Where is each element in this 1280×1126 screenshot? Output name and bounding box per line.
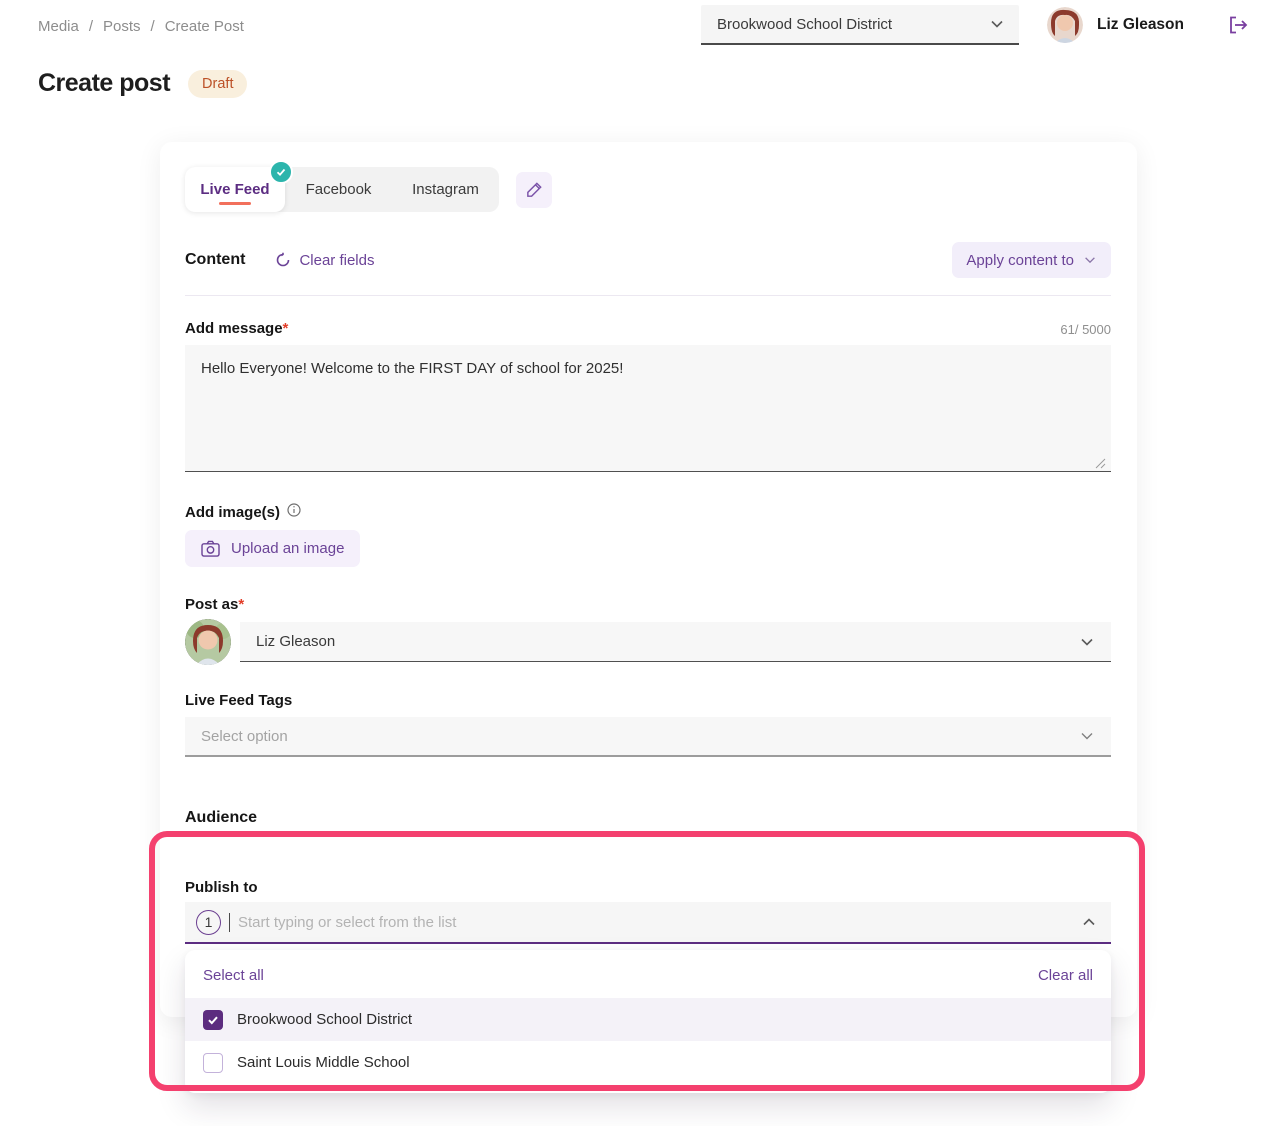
publish-option-brookwood[interactable]: Brookwood School District bbox=[185, 998, 1111, 1041]
chevron-down-icon bbox=[989, 16, 1005, 32]
top-bar: Media / Posts / Create Post Brookwood Sc… bbox=[0, 0, 1280, 45]
create-post-card: Live Feed Facebook Instagram bbox=[160, 142, 1137, 1017]
chevron-down-icon bbox=[1079, 728, 1095, 744]
selected-count-badge: 1 bbox=[196, 910, 221, 935]
breadcrumb-separator: / bbox=[151, 18, 155, 35]
logout-icon[interactable] bbox=[1224, 11, 1252, 39]
pencil-icon bbox=[525, 180, 544, 199]
apply-content-to-button[interactable]: Apply content to bbox=[952, 242, 1111, 278]
edit-tabs-button[interactable] bbox=[516, 172, 552, 208]
info-icon[interactable] bbox=[287, 503, 301, 517]
publish-to-dropdown: Select all Clear all Brookwood School Di… bbox=[185, 950, 1111, 1093]
content-heading: Content bbox=[185, 251, 245, 269]
avatar[interactable] bbox=[1047, 7, 1083, 43]
district-selector[interactable]: Brookwood School District bbox=[701, 5, 1019, 45]
upload-image-label: Upload an image bbox=[231, 540, 344, 557]
publish-to-combobox[interactable]: 1 bbox=[185, 902, 1111, 944]
publish-to-input[interactable] bbox=[238, 914, 1073, 931]
clear-fields-label: Clear fields bbox=[299, 252, 374, 269]
message-textarea[interactable]: Hello Everyone! Welcome to the FIRST DAY… bbox=[185, 345, 1111, 472]
tab-instagram[interactable]: Instagram bbox=[392, 167, 499, 212]
post-as-label: Post as* bbox=[185, 596, 244, 613]
required-asterisk: * bbox=[283, 320, 289, 337]
create-post-page: Media / Posts / Create Post Brookwood Sc… bbox=[0, 0, 1280, 1126]
audience-heading: Audience bbox=[185, 809, 1111, 827]
breadcrumb: Media / Posts / Create Post bbox=[38, 18, 244, 35]
publish-option-label: Saint Louis Middle School bbox=[237, 1054, 410, 1071]
post-as-row: Liz Gleason bbox=[185, 619, 1111, 665]
district-selector-value: Brookwood School District bbox=[717, 16, 892, 33]
live-feed-tags-label: Live Feed Tags bbox=[185, 692, 292, 709]
live-feed-tags-select[interactable]: Select option bbox=[185, 717, 1111, 757]
user-name: Liz Gleason bbox=[1097, 16, 1184, 34]
checkbox-checked-icon[interactable] bbox=[203, 1010, 223, 1030]
tab-facebook[interactable]: Facebook bbox=[285, 167, 392, 212]
required-asterisk: * bbox=[238, 596, 244, 613]
dropdown-actions-row: Select all Clear all bbox=[185, 950, 1111, 998]
breadcrumb-separator: / bbox=[89, 18, 93, 35]
post-as-label-row: Post as* bbox=[185, 596, 1111, 613]
add-message-label: Add message* bbox=[185, 320, 288, 337]
camera-icon bbox=[201, 540, 220, 557]
checkbox-unchecked-icon[interactable] bbox=[203, 1053, 223, 1073]
title-row: Create post Draft bbox=[38, 69, 1280, 98]
upload-image-button[interactable]: Upload an image bbox=[185, 530, 360, 567]
content-section-header: Content Clear fields Apply content to bbox=[185, 242, 1111, 278]
chevron-down-icon bbox=[1079, 634, 1095, 650]
resize-handle[interactable] bbox=[1095, 458, 1106, 469]
tab-live-feed[interactable]: Live Feed bbox=[185, 167, 285, 212]
add-images-label: Add image(s) bbox=[185, 504, 280, 521]
publish-option-label: Brookwood School District bbox=[237, 1011, 412, 1028]
breadcrumb-media[interactable]: Media bbox=[38, 18, 79, 35]
character-count: 61/ 5000 bbox=[1060, 322, 1111, 337]
tab-facebook-label: Facebook bbox=[306, 181, 372, 198]
clear-all-button[interactable]: Clear all bbox=[1038, 967, 1093, 984]
active-tab-underline bbox=[219, 202, 251, 205]
breadcrumb-posts[interactable]: Posts bbox=[103, 18, 141, 35]
post-as-avatar bbox=[185, 619, 231, 665]
chevron-down-icon bbox=[1083, 253, 1097, 267]
select-all-button[interactable]: Select all bbox=[203, 967, 264, 984]
add-message-label-row: Add message* 61/ 5000 bbox=[185, 320, 1111, 337]
message-textarea-wrap: Hello Everyone! Welcome to the FIRST DAY… bbox=[185, 345, 1111, 477]
apply-content-to-label: Apply content to bbox=[966, 252, 1074, 269]
tab-instagram-label: Instagram bbox=[412, 181, 479, 198]
post-as-value: Liz Gleason bbox=[256, 633, 335, 650]
clear-fields-button[interactable]: Clear fields bbox=[275, 252, 374, 269]
breadcrumb-create-post: Create Post bbox=[165, 18, 244, 35]
post-as-select[interactable]: Liz Gleason bbox=[240, 622, 1111, 662]
status-badge: Draft bbox=[188, 70, 247, 98]
page-title: Create post bbox=[38, 69, 170, 98]
top-bar-right: Brookwood School District Liz Gleason bbox=[701, 5, 1252, 45]
publish-to-label: Publish to bbox=[185, 879, 1111, 896]
reset-icon bbox=[275, 252, 291, 268]
section-divider bbox=[185, 295, 1111, 296]
live-feed-tags-label-row: Live Feed Tags bbox=[185, 692, 1111, 709]
publish-option-saint-louis[interactable]: Saint Louis Middle School bbox=[185, 1041, 1111, 1084]
add-images-label-row: Add image(s) bbox=[185, 504, 1111, 521]
tab-live-feed-label: Live Feed bbox=[200, 181, 269, 198]
chevron-up-icon[interactable] bbox=[1081, 914, 1097, 930]
live-feed-tags-placeholder: Select option bbox=[201, 728, 288, 745]
text-caret bbox=[229, 913, 230, 932]
platform-tab-group: Live Feed Facebook Instagram bbox=[185, 167, 499, 212]
platform-tabs-row: Live Feed Facebook Instagram bbox=[185, 167, 1111, 212]
